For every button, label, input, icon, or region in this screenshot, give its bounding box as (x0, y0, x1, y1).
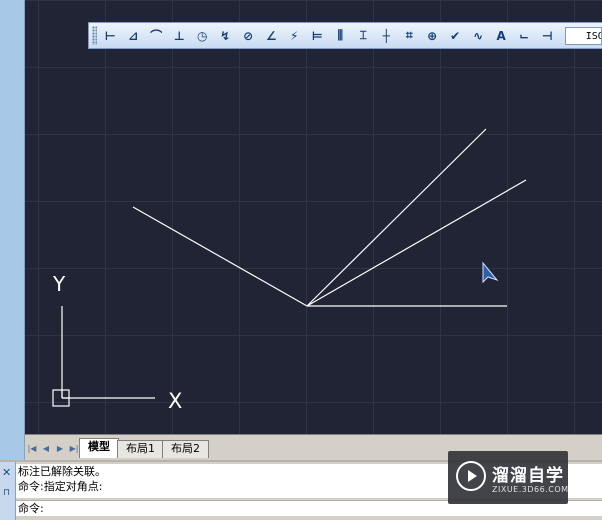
jogged-radius-icon[interactable]: ↯ (214, 25, 237, 47)
tolerance-icon[interactable]: ⌗ (398, 25, 421, 47)
play-logo-icon (456, 461, 486, 491)
tab-layout1[interactable]: 布局1 (117, 440, 164, 458)
mouse-cursor-icon (482, 261, 499, 284)
close-icon[interactable]: ✕ (2, 466, 11, 479)
quick-dimension-icon[interactable]: ⚡ (283, 25, 306, 47)
angular-dimension-icon[interactable]: ∠ (260, 25, 283, 47)
line-upper (306, 128, 487, 307)
jogged-linear-icon[interactable]: ∿ (467, 25, 490, 47)
toolbar-grip[interactable] (92, 26, 97, 45)
pin-icon[interactable]: ⊓ (3, 488, 10, 498)
arc-length-icon[interactable]: ⌒ (145, 25, 168, 47)
ordinate-dimension-icon[interactable]: ⊥ (168, 25, 191, 47)
tab-model[interactable]: 模型 (79, 438, 119, 458)
ucs-icon (52, 306, 155, 407)
continue-dimension-icon[interactable]: ⫼ (329, 25, 352, 47)
left-window-strip (0, 0, 25, 460)
tab-layout2[interactable]: 布局2 (162, 440, 209, 458)
line-middle (306, 179, 527, 307)
dimension-style-select[interactable]: ISO- (564, 26, 602, 45)
dimension-break-icon[interactable]: ┼ (375, 25, 398, 47)
dimension-text-edit-icon[interactable]: ⌙ (513, 25, 536, 47)
baseline-dimension-icon[interactable]: ⊨ (306, 25, 329, 47)
next-tab-button[interactable]: ▶ (53, 438, 67, 458)
ucs-y-label: Y (52, 272, 66, 296)
aligned-dimension-icon[interactable]: ⊿ (122, 25, 145, 47)
dimension-update-icon[interactable]: ⊣ (536, 25, 559, 47)
dimension-space-icon[interactable]: ⌶ (352, 25, 375, 47)
drawing-canvas[interactable]: Y X (25, 0, 602, 434)
center-mark-icon[interactable]: ⊕ (421, 25, 444, 47)
ucs-x-label: X (168, 389, 182, 413)
prev-tab-button[interactable]: ◀ (39, 438, 53, 458)
command-window-sidebar: ✕ ⊓ (0, 462, 16, 520)
dimension-edit-icon[interactable]: A (490, 25, 513, 47)
first-tab-button[interactable]: |◀ (25, 438, 39, 458)
watermark-url: ZIXUE.3D66.COM (492, 485, 569, 494)
toolbar-buttons: ⊢ ⊿ ⌒ ⊥ ◷ ↯ ⊘ ∠ ⚡ ⊨ ⫼ ⌶ ┼ ⌗ ⊕ ✔ ∿ A ⌙ ⊣ (99, 25, 559, 47)
drawing-geometry: Y X (52, 128, 527, 413)
line-left (132, 206, 308, 307)
watermark-title: 溜溜自学 (492, 466, 564, 486)
inspection-icon[interactable]: ✔ (444, 25, 467, 47)
watermark-badge: 溜溜自学 ZIXUE.3D66.COM (448, 451, 568, 504)
linear-dimension-icon[interactable]: ⊢ (99, 25, 122, 47)
diameter-dimension-icon[interactable]: ⊘ (237, 25, 260, 47)
dimension-toolbar: ⊢⊿⌒⊥◷↯⊘∠⚡⊨⫼⌶┼⌗⊕✔∿A⌙⊣ ISO- (88, 22, 602, 49)
radius-dimension-icon[interactable]: ◷ (191, 25, 214, 47)
